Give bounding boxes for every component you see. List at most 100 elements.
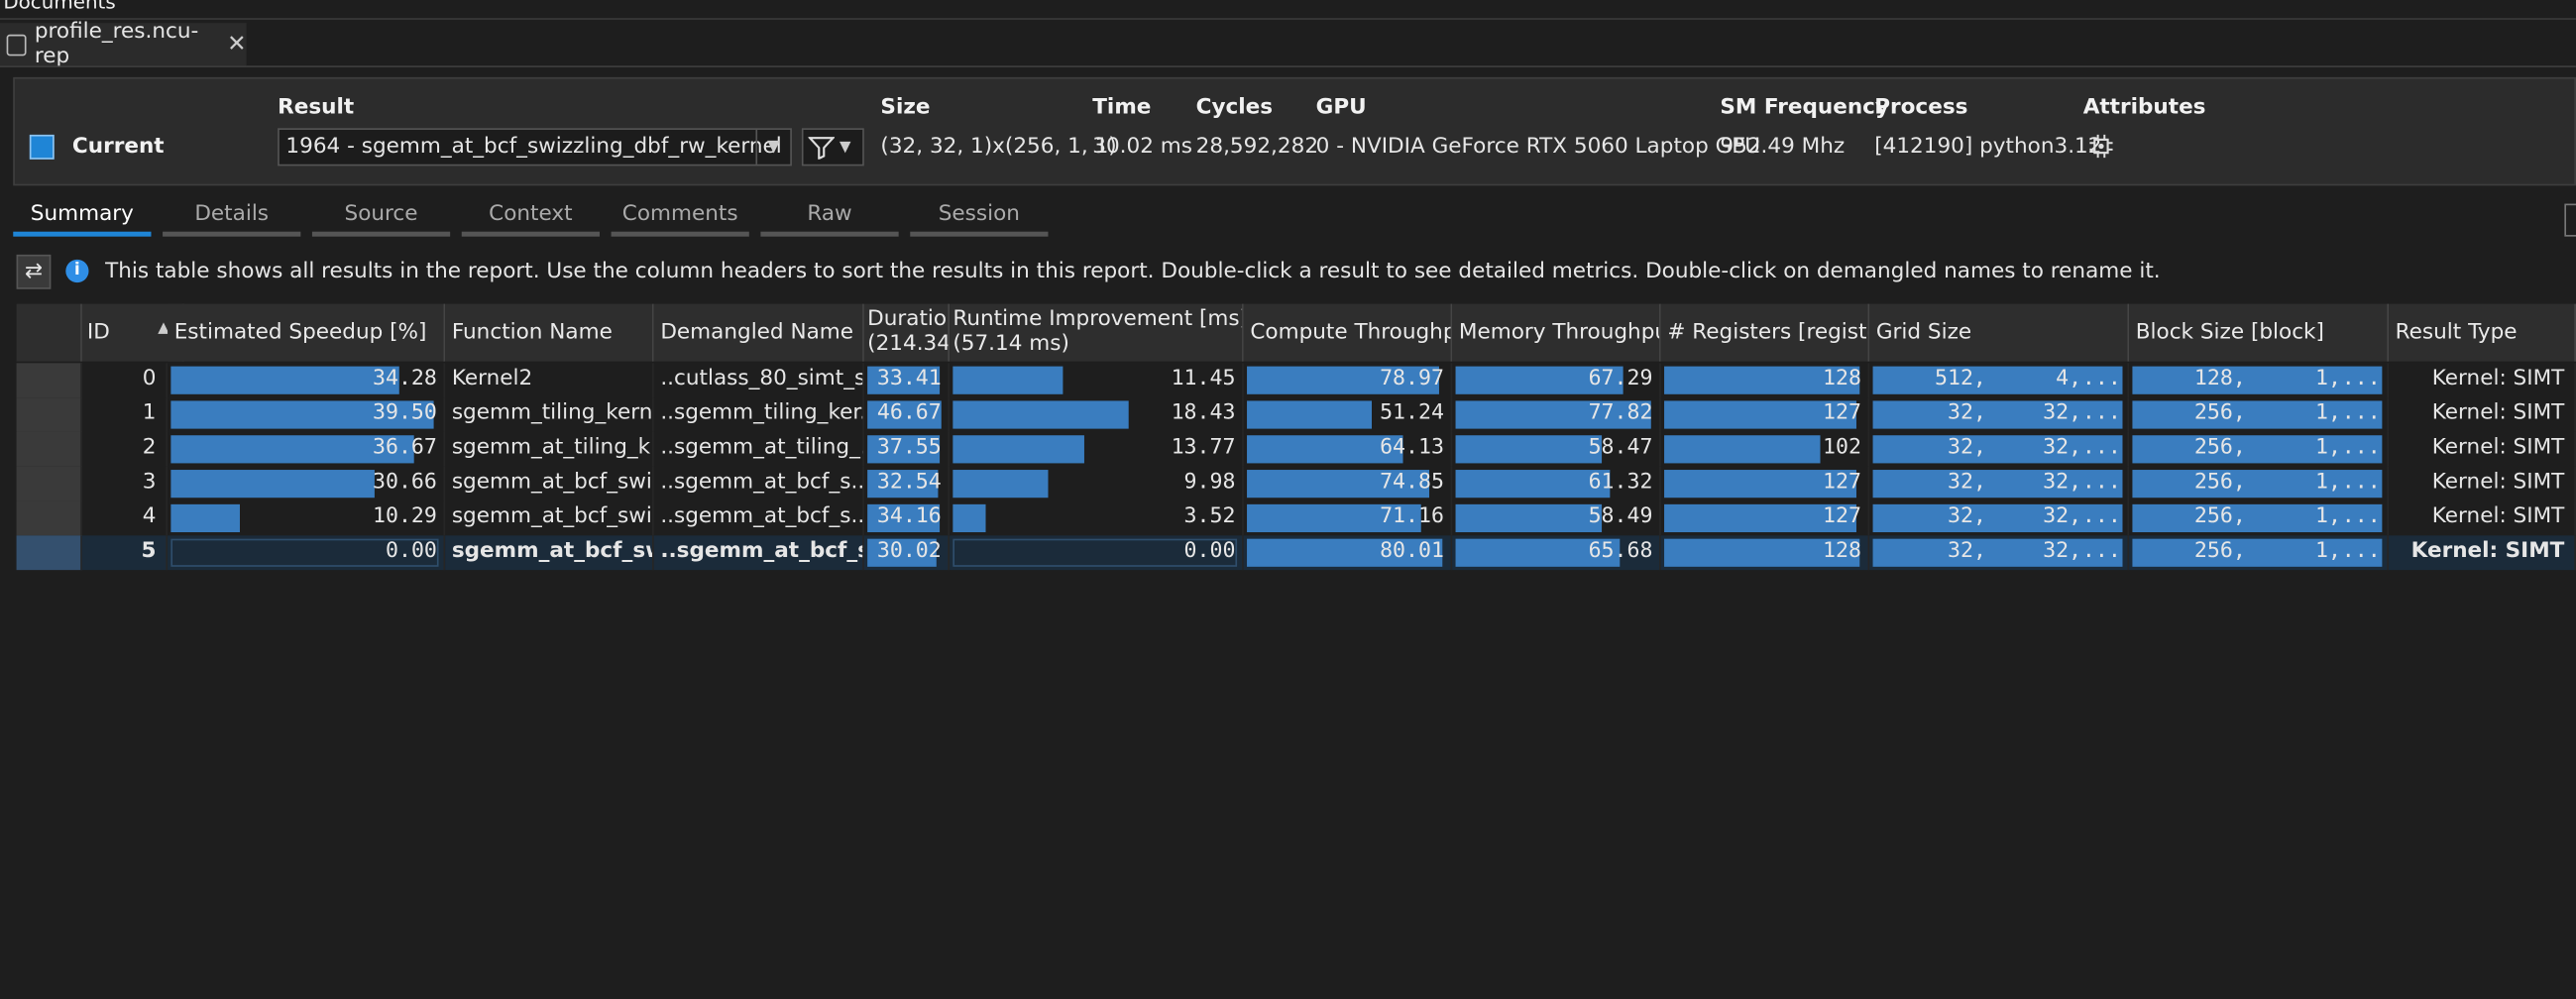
chevron-down-icon[interactable]: ▼: [755, 129, 790, 165]
demangled-text: ..sgemm_tiling_ker...: [660, 400, 864, 426]
func-text: sgemm_tiling_kernel: [451, 400, 654, 426]
row-header[interactable]: [16, 500, 82, 536]
table-row[interactable]: 0 34.28 Kernel2 ..cutlass_80_simt_s... 33.41…: [16, 363, 2576, 398]
memory-value: 58.49: [1588, 503, 1653, 529]
registers-value: 102: [1823, 435, 1861, 461]
documents-title: Documents: [3, 0, 116, 14]
runtime-value: 9.98: [1183, 470, 1236, 495]
cell-block: 256, 1,...: [2129, 397, 2390, 432]
grid-x: 32,: [1947, 470, 1986, 495]
gear-icon[interactable]: [2088, 133, 2115, 160]
duration-value: 46.67: [876, 400, 942, 426]
memory-value: 67.29: [1588, 366, 1653, 391]
column-header-runtime[interactable]: Runtime Improvement [ms] (57.14 ms): [950, 303, 1244, 362]
id-text: 1: [142, 400, 157, 426]
grid-x: 32,: [1947, 503, 1986, 529]
block-x: 256,: [2193, 470, 2246, 495]
result-select[interactable]: 1964 - sgemm_at_bcf_swizzling_dbf_rw_ker…: [278, 128, 792, 166]
duration-value: 34.16: [876, 503, 942, 529]
block-x: 256,: [2193, 435, 2246, 461]
close-icon[interactable]: ✕: [227, 31, 246, 57]
grid-ellipsis: ...: [2081, 435, 2121, 461]
column-header-function[interactable]: Function Name: [445, 303, 654, 362]
row-header[interactable]: [16, 397, 82, 432]
block-x: 128,: [2193, 366, 2246, 391]
column-header-result-type[interactable]: Result Type: [2389, 303, 2576, 362]
duration-value: 33.41: [876, 366, 942, 391]
func-text: Kernel2: [451, 366, 533, 391]
runtime-bar: [952, 470, 1049, 499]
speedup-value: 36.67: [373, 435, 437, 461]
filter-button[interactable]: ▼: [801, 128, 864, 166]
process-value: [412190] python3.12: [1874, 134, 2102, 160]
cell-block: 256, 1,...: [2129, 431, 2390, 467]
time-value: 30.02 ms: [1092, 134, 1193, 160]
runtime-bar: [952, 366, 1063, 394]
func-text: sgemm_at_bcf_sw...: [451, 538, 652, 564]
tab-context[interactable]: Context: [461, 197, 600, 237]
rtype-text: Kernel: SIMT: [2431, 366, 2565, 391]
memory-value: 58.47: [1588, 435, 1653, 461]
demangled-text: ..sgemm_at_bcf_s...: [660, 470, 864, 495]
grid-ellipsis: ...: [2081, 470, 2121, 495]
cell-compute: 74.85: [1244, 466, 1453, 501]
cell-id: 5: [81, 535, 168, 571]
result-header: Result: [278, 95, 355, 120]
grid-y: 32,: [2043, 435, 2082, 461]
cell-duration: 46.67: [864, 397, 951, 432]
chevron-down-icon[interactable]: ▼: [840, 139, 850, 156]
column-header-registers[interactable]: # Registers [register/t: [1660, 303, 1870, 362]
block-ellipsis: ...: [2341, 538, 2381, 564]
memory-value: 61.32: [1588, 470, 1653, 495]
table-row[interactable]: 4 10.29 sgemm_at_bcf_swi... ..sgemm_at_bcf_…: [16, 500, 2576, 536]
registers-value: 127: [1823, 503, 1861, 529]
duration-value: 30.02: [876, 538, 942, 564]
column-header-speedup[interactable]: Estimated Speedup [%]: [168, 303, 446, 362]
refresh-button[interactable]: ⇄: [16, 254, 52, 289]
table-row[interactable]: 3 30.66 sgemm_at_bcf_swi... ..sgemm_at_bcf_…: [16, 466, 2576, 501]
tab-comments[interactable]: Comments: [611, 197, 749, 237]
runtime-value: 11.45: [1171, 366, 1236, 391]
table-row[interactable]: 2 36.67 sgemm_at_tiling_k... ..sgemm_at_til…: [16, 431, 2576, 467]
cell-func: sgemm_at_bcf_swi...: [445, 500, 654, 536]
row-header[interactable]: [16, 535, 82, 571]
tab-summary[interactable]: Summary: [13, 197, 152, 237]
column-header-compute[interactable]: Compute Throughput: [1243, 303, 1453, 362]
runtime-value: 0.00: [1183, 538, 1236, 564]
cell-rtype: Kernel: SIMT: [2389, 397, 2576, 432]
document-tab[interactable]: profile_res.ncu-rep ✕: [0, 20, 247, 69]
tab-details[interactable]: Details: [163, 197, 301, 237]
block-y: 1,: [2314, 400, 2341, 426]
cell-registers: 128: [1660, 535, 1870, 571]
cell-speedup: 10.29: [168, 500, 446, 536]
cell-memory: 65.68: [1452, 535, 1661, 571]
tab-raw[interactable]: Raw: [760, 197, 899, 237]
cell-demangled: ..sgemm_at_bcf_s...: [654, 466, 864, 501]
cell-compute: 64.13: [1244, 431, 1453, 467]
memory-bar: [1455, 503, 1602, 533]
row-header[interactable]: [16, 466, 82, 501]
divider: [0, 18, 2576, 20]
table-row[interactable]: 5 0.00 sgemm_at_bcf_sw... ..sgemm_at_bcf_s.…: [16, 535, 2576, 571]
cell-demangled: ..sgemm_tiling_ker...: [654, 397, 864, 432]
cell-duration: 34.16: [864, 500, 951, 536]
cell-block: 256, 1,...: [2129, 500, 2390, 536]
column-header-duration[interactable]: Duration(214.34 r: [863, 303, 951, 362]
row-header[interactable]: [16, 363, 82, 398]
cell-grid: 32, 32,...: [1869, 535, 2130, 571]
table-row[interactable]: 1 39.50 sgemm_tiling_kernel ..sgemm_tiling_…: [16, 397, 2576, 432]
runtime-value: 18.43: [1171, 400, 1236, 426]
tab-source[interactable]: Source: [311, 197, 451, 237]
column-header-demangled[interactable]: Demangled Name: [653, 303, 864, 362]
memory-value: 65.68: [1588, 538, 1653, 564]
column-header-grid[interactable]: Grid Size: [1869, 303, 2130, 362]
column-header-block[interactable]: Block Size [block]: [2129, 303, 2390, 362]
block-y: 1,: [2314, 538, 2341, 564]
cell-runtime: 18.43: [950, 397, 1244, 432]
column-header-memory[interactable]: Memory Throughput [: [1452, 303, 1661, 362]
result-select-value: 1964 - sgemm_at_bcf_swizzling_dbf_rw_ker…: [285, 134, 782, 160]
row-header[interactable]: [16, 431, 82, 467]
side-panel-button[interactable]: [2564, 203, 2576, 237]
cell-runtime: 0.00: [950, 535, 1244, 571]
tab-session[interactable]: Session: [910, 197, 1049, 237]
